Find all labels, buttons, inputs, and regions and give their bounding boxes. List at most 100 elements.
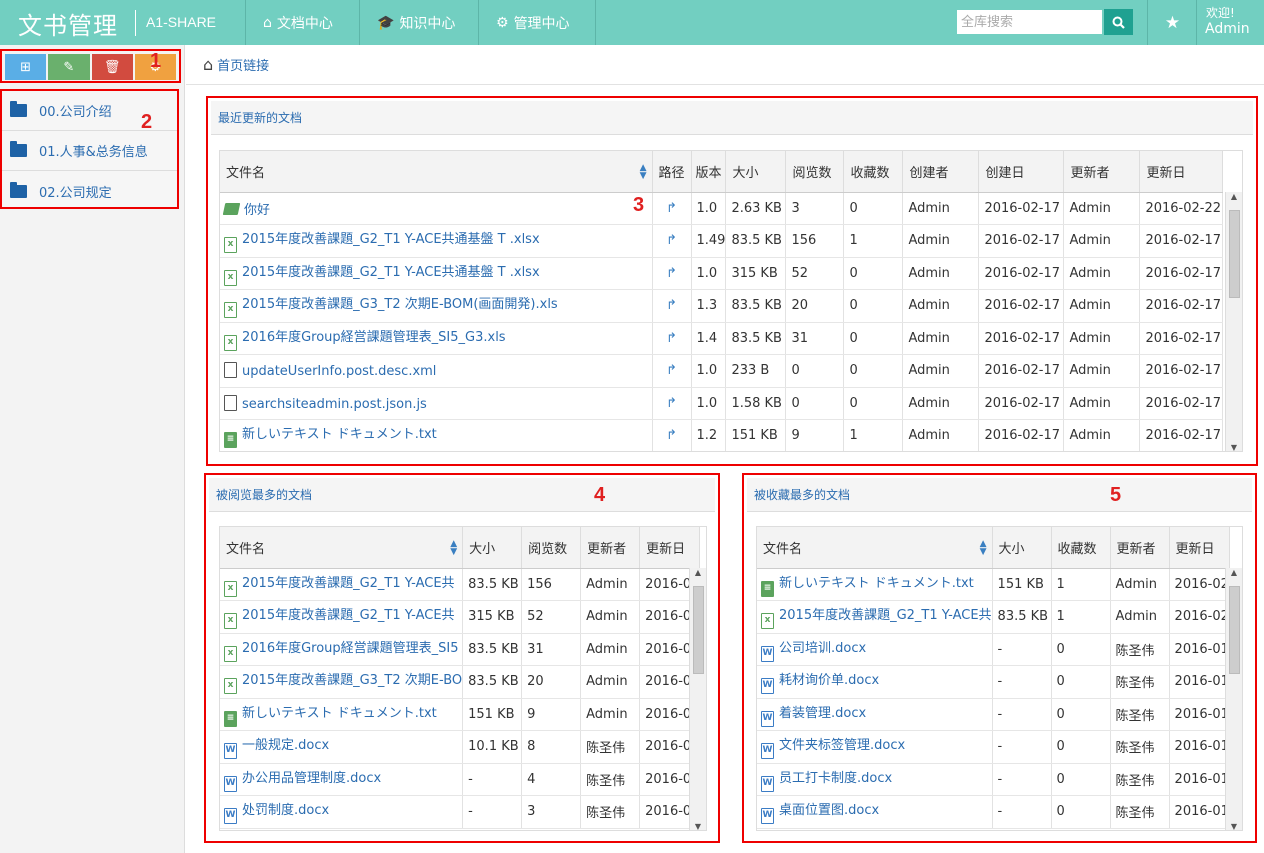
table-row[interactable]: W 处罚制度.docx -3 陈圣伟 2016-01 [220,795,701,829]
open-path-cell[interactable]: ↱ [652,192,692,225]
file-name-cell[interactable]: ≡ 新しいテキスト ドキュメント.txt [757,568,993,601]
file-name-cell[interactable]: x 2015年度改善課題_G3_T2 次期E-BO [220,665,464,699]
file-name-link[interactable]: 你好 [244,203,270,218]
col-header-filename[interactable]: 文件名 ▲ ▼ [220,151,653,193]
file-name-link[interactable]: 一般规定.docx [242,738,329,753]
file-name-cell[interactable]: ≡ 新しいテキスト ドキュメント.txt [220,419,653,451]
file-name-cell[interactable]: W 一般规定.docx [220,730,464,764]
file-name-cell[interactable]: x 2015年度改善課題_G2_T1 Y-ACE共 [757,600,993,634]
share-arrow-icon[interactable]: ↱ [666,396,677,411]
delete-folder-button[interactable]: 🗑 [91,54,133,80]
open-path-cell[interactable]: ↱ [652,387,692,420]
folder-item[interactable]: 02.公司规定 [2,171,177,211]
table-row[interactable]: W 文件夹标签管理.docx -0 陈圣伟 2016-01 [757,730,1230,764]
share-arrow-icon[interactable]: ↱ [666,428,677,443]
file-name-link[interactable]: 桌面位置图.docx [779,803,879,818]
add-folder-button[interactable]: ⊞ [5,54,47,80]
file-name-link[interactable]: 2015年度改善課題_G2_T1 Y-ACE共 [242,576,455,591]
share-arrow-icon[interactable]: ↱ [666,331,677,346]
open-path-cell[interactable]: ↱ [652,322,692,355]
table-row[interactable]: x 2015年度改善課題_G2_T1 Y-ACE共 83.5 KB 156 Admin 2… [220,568,701,601]
folder-item[interactable]: 01.人事&总务信息 [2,131,177,171]
table-row[interactable]: W 办公用品管理制度.docx -4 陈圣伟 2016-01 [220,763,701,796]
table-row[interactable]: W 着装管理.docx -0 陈圣伟 2016-01 [757,698,1230,731]
file-name-cell[interactable]: x 2016年度Group経営課題管理表_SI5_G3.xls [220,322,653,355]
username[interactable]: Admin [1205,21,1250,37]
table-row[interactable]: updateUserInfo.post.desc.xml ↱ 1.0 233 B00A… [220,354,1224,388]
table-row[interactable]: x 2015年度改善課題_G2_T1 Y-ACE共通基盤 T .xlsx ↱ 1.0 3… [220,257,1224,290]
file-name-link[interactable]: 2015年度改善課題_G2_T1 Y-ACE共通基盤 T .xlsx [242,232,540,247]
file-name-cell[interactable]: W 处罚制度.docx [220,795,464,829]
share-arrow-icon[interactable]: ↱ [666,298,677,313]
vertical-scrollbar[interactable]: ▲ ▼ [1225,568,1242,830]
scrollbar-thumb[interactable] [693,586,704,674]
scroll-up-icon[interactable]: ▲ [1226,192,1242,201]
file-name-link[interactable]: 2016年度Group経営課題管理表_SI5_G3.xls [242,330,506,345]
home-icon[interactable]: ⌂ [203,55,213,74]
file-name-link[interactable]: updateUserInfo.post.desc.xml [242,364,436,379]
col-header-version[interactable]: 版本 [691,151,727,193]
vertical-scrollbar[interactable]: ▲ ▼ [1225,192,1242,451]
scroll-down-icon[interactable]: ▼ [1226,822,1242,830]
col-header-created[interactable]: 创建日 [978,151,1065,193]
open-path-cell[interactable]: ↱ [652,224,692,258]
share-arrow-icon[interactable]: ↱ [666,266,677,281]
file-name-link[interactable]: 着装管理.docx [779,706,866,721]
col-header-favs[interactable]: 收藏数 [1051,527,1111,569]
table-row[interactable]: ≡ 新しいテキスト ドキュメント.txt ↱ 1.2 151 KB 9 1 Admin 2016… [220,419,1224,451]
file-name-cell[interactable]: W 桌面位置图.docx [757,795,993,829]
open-path-cell[interactable]: ↱ [652,257,692,290]
file-name-cell[interactable]: x 2015年度改善課題_G2_T1 Y-ACE共 [220,568,464,601]
col-header-views[interactable]: 阅览数 [521,527,582,569]
table-row[interactable]: searchsiteadmin.post.json.js ↱ 1.0 1.58 KB 0… [220,387,1224,420]
col-header-updater[interactable]: 更新者 [1110,527,1170,569]
table-row[interactable]: W 桌面位置图.docx -0 陈圣伟 2016-01 [757,795,1230,829]
table-row[interactable]: ≡ 新しいテキスト ドキュメント.txt 151 KB 9 Admin 2016-02 [220,698,701,731]
col-header-creator[interactable]: 创建者 [902,151,980,193]
table-row[interactable]: x 2015年度改善課題_G2_T1 Y-ACE共 315 KB 52 Admin 201… [220,600,701,634]
col-header-size[interactable]: 大小 [462,527,523,569]
col-header-filename[interactable]: 文件名 ▲ ▼ [220,527,464,569]
table-row[interactable]: x 2015年度改善課題_G3_T2 次期E-BO 83.5 KB 20 Admin 20… [220,665,701,699]
file-name-link[interactable]: 办公用品管理制度.docx [242,771,381,786]
file-name-link[interactable]: 新しいテキスト ドキュメント.txt [242,706,437,721]
col-header-views[interactable]: 阅览数 [785,151,845,193]
col-header-filename[interactable]: 文件名 ▲ ▼ [757,527,993,569]
share-arrow-icon[interactable]: ↱ [666,233,677,248]
file-name-link[interactable]: 员工打卡制度.docx [779,771,892,786]
file-name-link[interactable]: 耗材询价单.docx [779,673,879,688]
file-name-cell[interactable]: W 着装管理.docx [757,698,993,731]
file-name-cell[interactable]: W 公司培训.docx [757,633,993,666]
share-arrow-icon[interactable]: ↱ [666,363,677,378]
table-row[interactable]: x 2015年度改善課題_G2_T1 Y-ACE共 83.5 KB 1 Admin 201… [757,600,1230,634]
col-header-updated[interactable]: 更新日 [1169,527,1230,569]
file-name-cell[interactable]: x 2015年度改善課題_G2_T1 Y-ACE共通基盤 T .xlsx [220,257,653,290]
scroll-up-icon[interactable]: ▲ [690,568,706,577]
table-row[interactable]: x 2016年度Group経営課題管理表_SI5_G3.xls ↱ 1.4 83.5 K… [220,322,1224,355]
file-name-link[interactable]: 2015年度改善課題_G3_T2 次期E-BO [242,673,462,688]
scroll-up-icon[interactable]: ▲ [1226,568,1242,577]
file-name-link[interactable]: 2015年度改善課題_G2_T1 Y-ACE共 [242,608,455,623]
file-name-link[interactable]: 2015年度改善課題_G3_T2 次期E-BOM(画面開発).xls [242,297,558,312]
file-name-link[interactable]: 新しいテキスト ドキュメント.txt [779,576,974,591]
file-name-link[interactable]: 处罚制度.docx [242,803,329,818]
search-button[interactable] [1104,9,1133,35]
file-name-cell[interactable]: W 员工打卡制度.docx [757,763,993,796]
table-row[interactable]: x 2016年度Group経営課題管理表_SI5 83.5 KB 31 Admin 201… [220,633,701,666]
col-header-updated[interactable]: 更新日 [1139,151,1224,193]
file-name-cell[interactable]: W 办公用品管理制度.docx [220,763,464,796]
scrollbar-thumb[interactable] [1229,586,1240,674]
open-path-cell[interactable]: ↱ [652,419,692,451]
table-row[interactable]: W 公司培训.docx -0 陈圣伟 2016-01 [757,633,1230,666]
col-header-updated[interactable]: 更新日 [639,527,701,569]
file-name-cell[interactable]: x 2016年度Group経営課題管理表_SI5 [220,633,464,666]
file-name-link[interactable]: 2016年度Group経営課題管理表_SI5 [242,641,459,656]
vertical-scrollbar[interactable]: ▲ ▼ [689,568,706,830]
file-name-cell[interactable]: ≡ 新しいテキスト ドキュメント.txt [220,698,464,731]
nav-admin-center[interactable]: ⚙ 管理中心 [478,0,596,45]
file-name-cell[interactable]: W 文件夹标签管理.docx [757,730,993,764]
edit-folder-button[interactable]: ✎ [48,54,90,80]
table-row[interactable]: x 2015年度改善課題_G3_T2 次期E-BOM(画面開発).xls ↱ 1.3 8… [220,289,1224,323]
file-name-link[interactable]: 公司培训.docx [779,641,866,656]
file-name-cell[interactable]: W 耗材询价单.docx [757,665,993,699]
